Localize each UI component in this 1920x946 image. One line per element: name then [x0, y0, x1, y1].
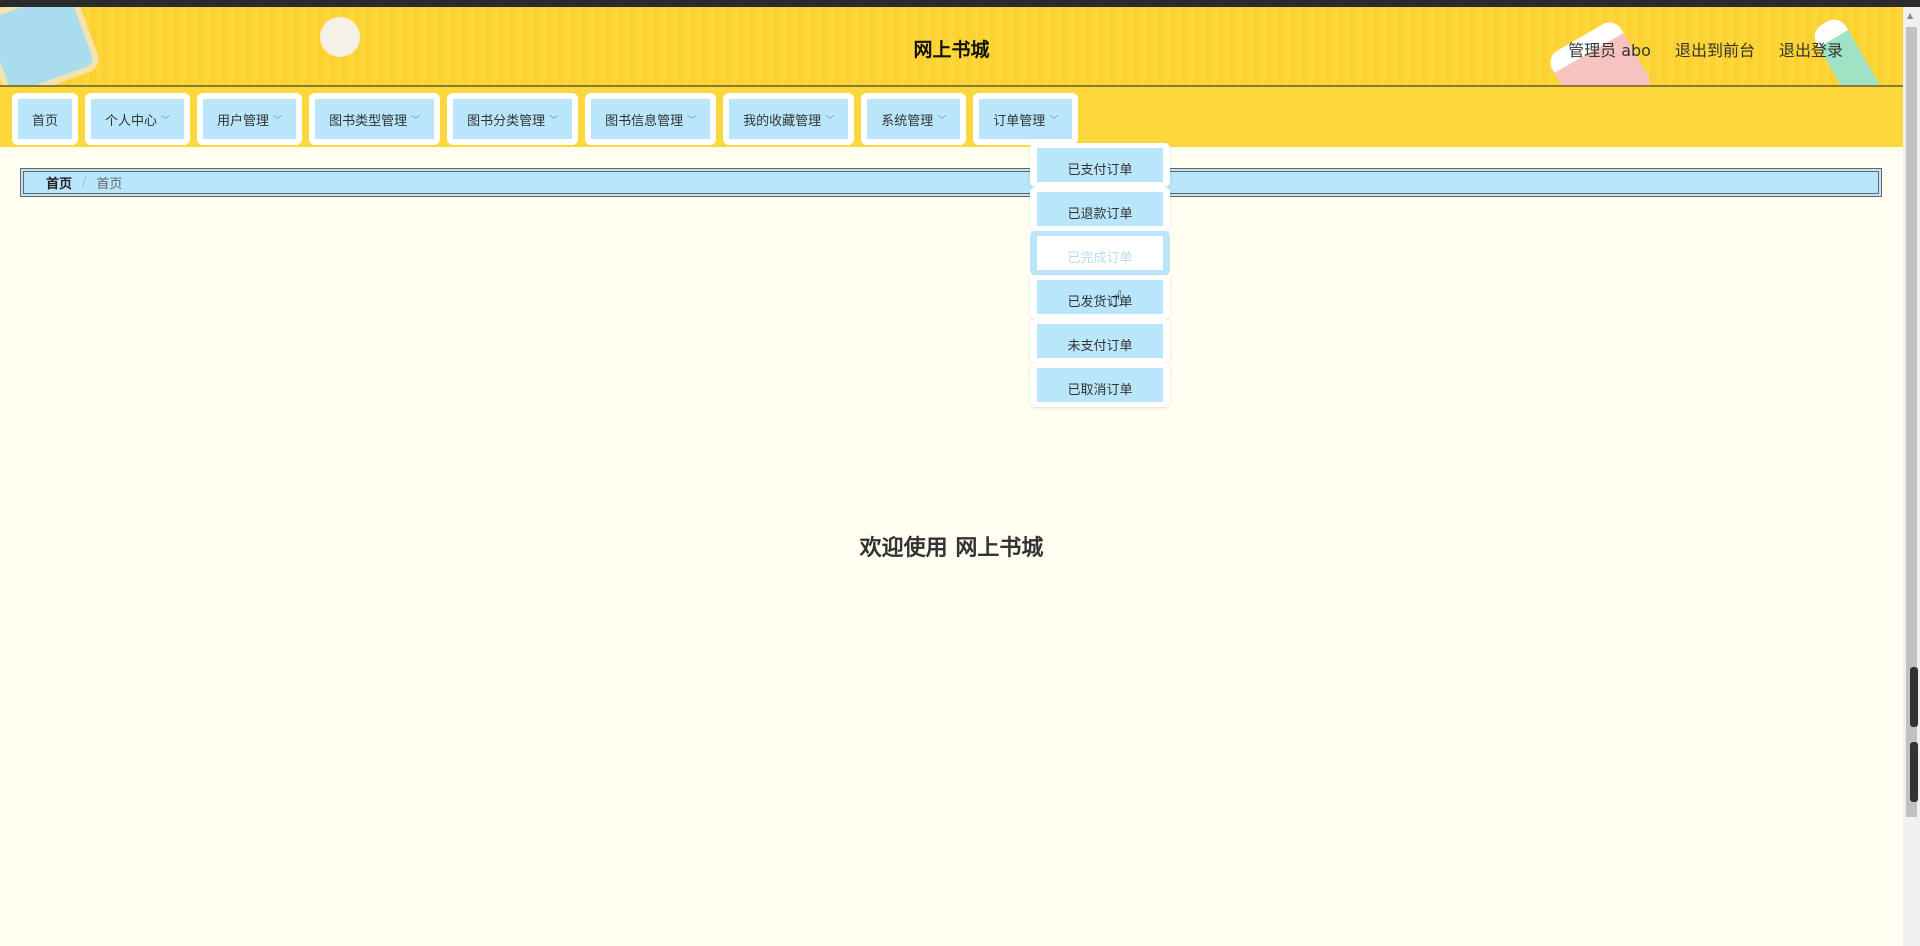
nav-item-7[interactable]: 系统管理 ﹀: [861, 93, 967, 145]
scroll-indicator: [1910, 742, 1918, 802]
nav-item-label: 订单管理: [993, 113, 1046, 129]
scroll-indicator: [1910, 667, 1918, 727]
welcome-text: 欢迎使用 网上书城: [859, 536, 1044, 561]
hand-cursor-icon: ☝: [1110, 287, 1124, 312]
nav-item-5[interactable]: 图书信息管理 ﹀: [585, 93, 717, 145]
nav-item-label: 图书类型管理: [329, 113, 408, 129]
nav-item-label: 个人中心: [105, 113, 158, 129]
breadcrumb: 首页 / 首页: [20, 168, 1882, 197]
nav-item-3[interactable]: 图书类型管理 ﹀: [309, 93, 441, 145]
user-label: 管理员 abo: [1568, 41, 1651, 60]
main-nav: 首页 个人中心 ﹀ 用户管理 ﹀ 图书类型管理 ﹀ 图书分类管理 ﹀ 图书信息管理 ﹀ 我的收藏管理 ﹀…: [0, 87, 1903, 147]
order-menu-item-2[interactable]: 已完成订单: [1030, 231, 1170, 275]
nav-item-label: 图书分类管理: [467, 113, 546, 129]
nav-item-2[interactable]: 用户管理 ﹀: [197, 93, 303, 145]
nav-item-label: 用户管理: [217, 113, 270, 129]
breadcrumb-home[interactable]: 首页: [46, 173, 72, 192]
order-menu-item-5[interactable]: 已取消订单: [1030, 363, 1170, 407]
chevron-down-icon: ﹀: [937, 115, 947, 126]
chevron-down-icon: ﹀: [1049, 115, 1059, 126]
breadcrumb-separator: /: [82, 175, 87, 190]
order-menu-item-4[interactable]: 未支付订单: [1030, 319, 1170, 363]
order-menu-item-0[interactable]: 已支付订单: [1030, 143, 1170, 187]
nav-item-1[interactable]: 个人中心 ﹀: [85, 93, 191, 145]
chevron-down-icon: ﹀: [273, 115, 283, 126]
window-top-bar: [0, 0, 1920, 7]
scroll-up-icon[interactable]: ▲: [1907, 11, 1913, 20]
order-menu-item-1[interactable]: 已退款订单: [1030, 187, 1170, 231]
order-dropdown-menu: 已支付订单已退款订单已完成订单已发货订单未支付订单已取消订单: [1030, 143, 1170, 407]
menu-item-label: 已支付订单: [1037, 148, 1163, 182]
order-menu-item-3[interactable]: 已发货订单: [1030, 275, 1170, 319]
nav-item-label: 图书信息管理: [605, 113, 684, 129]
chevron-down-icon: ﹀: [825, 115, 835, 126]
scrollbar[interactable]: ▲: [1903, 7, 1920, 946]
menu-item-label: 已取消订单: [1037, 368, 1163, 402]
nav-item-6[interactable]: 我的收藏管理 ﹀: [723, 93, 855, 145]
chevron-down-icon: ﹀: [161, 115, 171, 126]
nav-item-0[interactable]: 首页: [12, 93, 79, 145]
back-to-front-link[interactable]: 退出到前台: [1675, 37, 1755, 61]
nav-item-label: 首页: [32, 113, 59, 129]
chevron-down-icon: ﹀: [549, 115, 559, 126]
nav-item-8[interactable]: 订单管理 ﹀: [973, 93, 1079, 145]
menu-item-label: 已发货订单: [1037, 280, 1163, 314]
breadcrumb-current: 首页: [96, 177, 123, 192]
header: 网上书城 管理员 abo 退出到前台 退出登录: [0, 7, 1903, 87]
nav-item-label: 我的收藏管理: [743, 113, 822, 129]
nav-item-label: 系统管理: [881, 113, 934, 129]
menu-item-label: 未支付订单: [1037, 324, 1163, 358]
nav-item-4[interactable]: 图书分类管理 ﹀: [447, 93, 579, 145]
chevron-down-icon: ﹀: [687, 115, 697, 126]
logout-link[interactable]: 退出登录: [1779, 37, 1843, 61]
menu-item-label: 已退款订单: [1037, 192, 1163, 226]
menu-item-label: 已完成订单: [1037, 236, 1163, 270]
chevron-down-icon: ﹀: [411, 115, 421, 126]
